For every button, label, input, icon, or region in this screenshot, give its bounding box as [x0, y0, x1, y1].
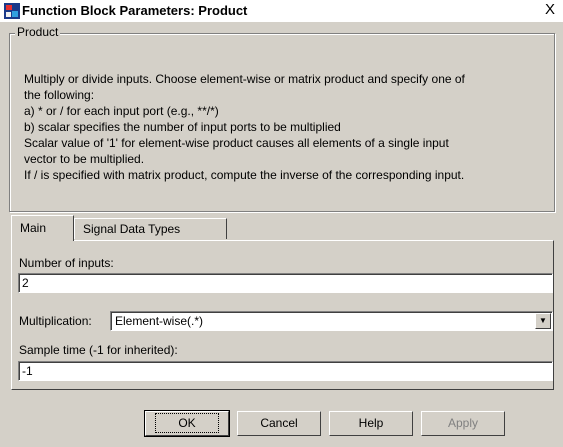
description-line: Scalar value of '1' for element-wise pro…: [24, 136, 449, 150]
simulink-block-icon: [4, 3, 20, 19]
cancel-button[interactable]: Cancel: [237, 411, 321, 436]
multiplication-select[interactable]: Element-wise(.*) ▼: [110, 311, 553, 331]
help-button[interactable]: Help: [329, 411, 413, 436]
dropdown-arrow-icon[interactable]: ▼: [535, 313, 551, 329]
window-title: Function Block Parameters: Product: [22, 3, 248, 18]
sample-time-field[interactable]: [18, 361, 553, 381]
close-button[interactable]: X: [543, 2, 557, 18]
description-line: If / is specified with matrix product, c…: [24, 168, 465, 182]
description-line: Multiply or divide inputs. Choose elemen…: [24, 72, 465, 86]
title-bar: Function Block Parameters: Product X: [0, 0, 563, 22]
apply-button[interactable]: Apply: [421, 411, 505, 436]
number-of-inputs-field[interactable]: [18, 273, 553, 293]
tab-main[interactable]: Main: [11, 215, 74, 241]
ok-button[interactable]: OK: [144, 410, 230, 437]
number-of-inputs-label: Number of inputs:: [19, 256, 114, 270]
description-line: a) * or / for each input port (e.g., **/…: [24, 104, 219, 118]
multiplication-value: Element-wise(.*): [115, 314, 204, 328]
sample-time-label: Sample time (-1 for inherited):: [19, 343, 178, 357]
group-label: Product: [15, 25, 61, 39]
block-description: Multiply or divide inputs. Choose elemen…: [24, 71, 554, 183]
tab-signal-data-types[interactable]: Signal Data Types: [74, 218, 227, 239]
multiplication-label: Multiplication:: [19, 314, 92, 328]
ok-button-label: OK: [155, 413, 219, 433]
description-line: the following:: [24, 88, 95, 102]
description-line: b) scalar specifies the number of input …: [24, 120, 341, 134]
description-line: vector to be multiplied.: [24, 152, 145, 166]
